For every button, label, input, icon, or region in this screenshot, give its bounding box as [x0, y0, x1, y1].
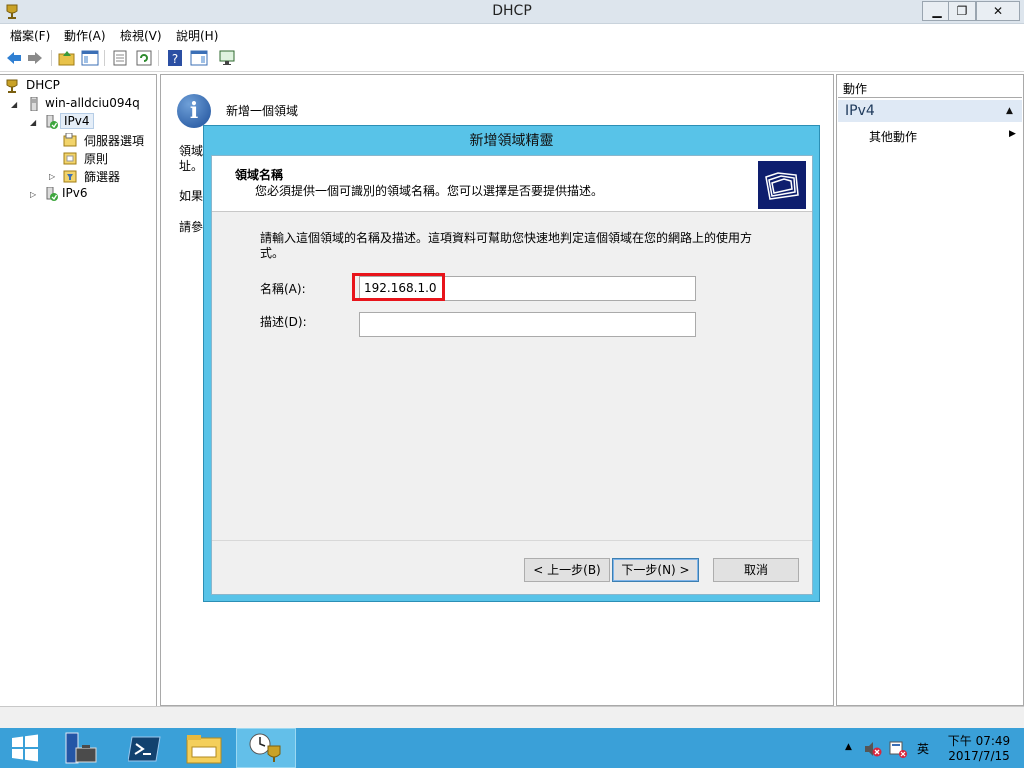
scope-description-input[interactable] — [359, 312, 696, 337]
wizard-step-title: 領域名稱 — [235, 168, 284, 182]
center-heading: 新增一個領域 — [226, 104, 299, 118]
collapse-up-icon[interactable]: ▲ — [1006, 106, 1013, 116]
tree-label-dhcp: DHCP — [26, 78, 60, 92]
wizard-description: 請輸入這個領域的名稱及描述。這項資料可幫助您快速地判定這個領域在您的網路上的使用… — [260, 231, 753, 260]
actions-pane — [836, 74, 1024, 706]
cancel-button[interactable]: 取消 — [713, 558, 799, 582]
wizard-folders-icon — [758, 161, 806, 209]
menu-file[interactable]: 檔案(F) — [10, 27, 50, 44]
tree-label-server-options: 伺服器選項 — [84, 134, 145, 148]
collapse-toggle-icon[interactable]: ▷ — [30, 190, 36, 199]
dhcp-icon — [6, 79, 18, 93]
forward-arrow-icon[interactable] — [26, 49, 44, 67]
ipv6-scope-icon — [46, 187, 58, 201]
tree-node-policies[interactable]: 原則 — [63, 150, 155, 166]
tree-label-server: win-alldciu094q — [45, 96, 140, 110]
tree-node-dhcp[interactable]: DHCP — [5, 78, 155, 94]
volume-icon[interactable] — [888, 739, 908, 759]
back-arrow-icon[interactable] — [5, 49, 23, 67]
name-highlight-box — [352, 273, 445, 301]
wizard-step-subtitle: 您必須提供一個可識別的領域名稱。您可以選擇是否要提供描述。 — [255, 184, 604, 198]
monitor-icon[interactable] — [218, 49, 236, 67]
filters-icon — [63, 170, 77, 183]
wizard-body — [211, 155, 813, 595]
expand-toggle-icon[interactable]: ◢ — [11, 100, 17, 109]
toolbar-separator — [104, 50, 105, 66]
powershell-icon[interactable] — [128, 734, 162, 764]
center-text-fragment: 址。 — [179, 159, 204, 173]
menu-action[interactable]: 動作(A) — [64, 27, 106, 44]
tree-node-server-options[interactable]: 伺服器選項 — [63, 132, 155, 148]
collapse-toggle-icon[interactable]: ▷ — [49, 172, 55, 181]
tree-label-filters: 篩選器 — [84, 170, 121, 184]
help-icon[interactable]: ? — [166, 49, 184, 67]
tree-label-ipv6: IPv6 — [62, 186, 88, 200]
wizard-title: 新增領域精靈 — [469, 133, 554, 149]
actions-section-label: IPv4 — [845, 103, 875, 119]
tray-overflow-icon[interactable]: ▲ — [845, 742, 852, 752]
show-hide-tree-icon[interactable] — [81, 49, 99, 67]
show-hide-action-pane-icon[interactable] — [190, 49, 208, 67]
close-button[interactable]: ✕ — [976, 1, 1020, 21]
expand-toggle-icon[interactable]: ◢ — [30, 118, 36, 127]
dhcp-taskbar-icon — [249, 733, 281, 762]
tree-node-ipv4[interactable]: IPv4 — [44, 113, 144, 130]
more-actions-item[interactable]: 其他動作 — [869, 128, 917, 145]
tree-node-filters[interactable]: 篩選器 — [63, 168, 155, 184]
wizard-divider — [212, 540, 812, 541]
back-button[interactable]: < 上一步(B) — [524, 558, 610, 582]
tree-label-ipv4: IPv4 — [60, 113, 94, 129]
tree-node-ipv6[interactable]: IPv6 — [44, 186, 144, 202]
up-folder-icon[interactable] — [58, 49, 76, 67]
center-text-fragment: 如果 — [179, 189, 204, 203]
restore-button[interactable]: ❐ — [948, 1, 976, 21]
network-disconnected-icon[interactable] — [864, 740, 882, 758]
name-label: 名稱(A): — [260, 282, 306, 296]
policies-icon — [63, 152, 77, 165]
ipv4-scope-icon — [46, 115, 58, 129]
ime-language-indicator[interactable]: 英 — [917, 740, 929, 757]
server-manager-icon[interactable] — [62, 732, 100, 766]
tree-label-policies: 原則 — [84, 152, 109, 166]
menu-help[interactable]: 說明(H) — [176, 27, 218, 44]
toolbar-separator — [51, 50, 52, 66]
menu-view[interactable]: 檢視(V) — [120, 27, 162, 44]
refresh-icon[interactable] — [135, 49, 153, 67]
actions-title: 動作 — [843, 82, 868, 96]
toolbar-separator — [158, 50, 159, 66]
status-bar — [0, 706, 1024, 728]
window-title: DHCP — [492, 3, 532, 19]
server-options-icon — [63, 133, 77, 147]
submenu-arrow-icon[interactable]: ▶ — [1009, 129, 1016, 139]
actions-divider — [838, 97, 1022, 98]
description-label: 描述(D): — [260, 315, 307, 329]
file-explorer-icon[interactable] — [186, 733, 222, 765]
start-windows-icon[interactable] — [10, 734, 40, 762]
svg-text:?: ? — [172, 52, 178, 66]
server-icon — [30, 97, 38, 111]
clock-time[interactable]: 下午 07:49 — [944, 732, 1014, 749]
clock-date[interactable]: 2017/7/15 — [944, 749, 1014, 763]
toolbar — [0, 44, 1024, 72]
info-icon: i — [177, 94, 211, 128]
tree-node-server[interactable]: win-alldciu094q — [27, 96, 157, 112]
properties-icon[interactable] — [111, 49, 129, 67]
next-button[interactable]: 下一步(N) > — [612, 558, 699, 582]
center-text-fragment: 請參 — [179, 220, 204, 234]
